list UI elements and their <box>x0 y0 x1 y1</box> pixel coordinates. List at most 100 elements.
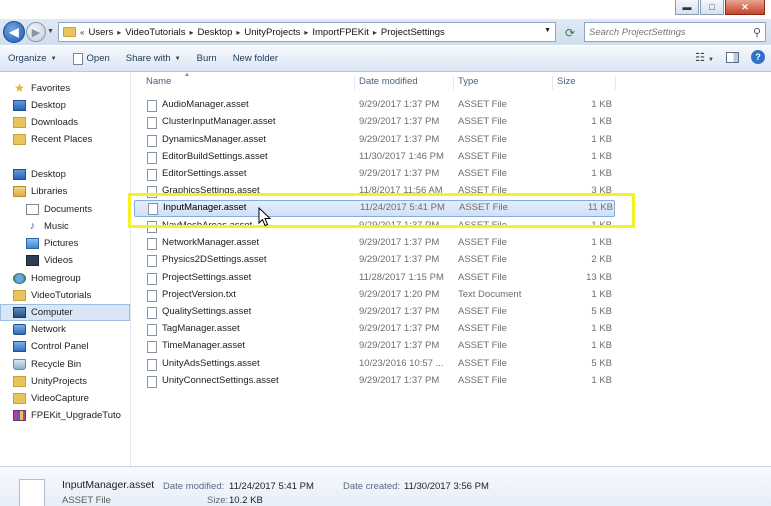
details-file-name: InputManager.asset <box>62 479 155 491</box>
nav-videos[interactable]: Videos <box>0 252 130 269</box>
file-row[interactable]: ProjectSettings.asset 11/28/2017 1:15 PM A… <box>132 270 771 287</box>
column-type[interactable]: Type <box>454 76 553 90</box>
close-button[interactable]: ✕ <box>725 0 765 15</box>
share-with-button[interactable]: Share with ▼ <box>118 46 189 71</box>
file-row[interactable]: QualitySettings.asset 9/29/2017 1:37 PM AS… <box>132 304 771 321</box>
nav-documents[interactable]: Documents <box>0 201 130 218</box>
desktop-icon <box>13 169 26 180</box>
search-box[interactable]: ⚲ <box>584 22 766 42</box>
file-type: Text Document <box>458 289 522 300</box>
breadcrumb-unityprojects[interactable]: UnityProjects <box>244 27 300 38</box>
nav-label: Documents <box>44 204 93 215</box>
chevron-right-icon[interactable]: ▸ <box>189 28 193 37</box>
nav-computer[interactable]: Computer <box>0 304 130 321</box>
recent-pages-dropdown[interactable]: ▼ <box>47 28 54 35</box>
breadcrumb-projectsettings[interactable]: ProjectSettings <box>381 27 445 38</box>
search-input[interactable] <box>589 26 739 38</box>
nav-libraries[interactable]: Libraries <box>0 183 130 200</box>
nav-videotutorials[interactable]: VideoTutorials <box>0 287 130 304</box>
nav-fpekit-upgrade[interactable]: FPEKit_UpgradeTuto <box>0 407 130 424</box>
nav-downloads[interactable]: Downloads <box>0 114 130 131</box>
file-date: 11/30/2017 1:46 PM <box>359 151 444 162</box>
organize-label: Organize <box>8 53 47 64</box>
column-size[interactable]: Size <box>553 76 616 90</box>
nav-pictures[interactable]: Pictures <box>0 235 130 252</box>
file-row[interactable]: DynamicsManager.asset 9/29/2017 1:37 PM AS… <box>132 132 771 149</box>
new-folder-button[interactable]: New folder <box>225 46 286 71</box>
file-row[interactable]: UnityAdsSettings.asset 10/23/2016 10:57 .… <box>132 356 771 373</box>
preview-pane-icon[interactable] <box>726 51 739 63</box>
column-date-label: Date modified <box>359 76 418 87</box>
file-row[interactable]: TagManager.asset 9/29/2017 1:37 PM ASSET F… <box>132 321 771 338</box>
column-name[interactable]: Name <box>142 76 355 90</box>
file-row[interactable]: ProjectVersion.txt 9/29/2017 1:20 PM Text … <box>132 287 771 304</box>
nav-label: Control Panel <box>31 341 89 352</box>
control-panel-icon <box>13 341 26 352</box>
music-icon: ♪ <box>29 220 36 232</box>
file-size: 1 KB <box>591 116 612 127</box>
search-icon[interactable]: ⚲ <box>753 26 761 39</box>
file-icon <box>147 359 157 371</box>
folder-icon <box>63 27 76 37</box>
file-row[interactable]: UnityConnectSettings.asset 9/29/2017 1:37… <box>132 373 771 390</box>
chevron-down-icon[interactable]: ▼ <box>708 57 714 63</box>
nav-control-panel[interactable]: Control Panel <box>0 338 130 355</box>
organize-button[interactable]: Organize ▼ <box>0 46 65 71</box>
toolbar-right: ☷ ▼ ? <box>695 50 765 64</box>
file-row[interactable]: EditorBuildSettings.asset 11/30/2017 1:46… <box>132 149 771 166</box>
address-bar[interactable]: « Users ▸ VideoTutorials ▸ Desktop ▸ UnityP… <box>58 22 556 42</box>
help-icon[interactable]: ? <box>751 50 765 64</box>
file-size: 1 KB <box>591 151 612 162</box>
refresh-button[interactable]: ⟳ <box>559 24 581 41</box>
nav-desktop-favorite[interactable]: Desktop <box>0 97 130 114</box>
forward-button[interactable]: ▶ <box>26 22 46 42</box>
window-controls: ▬ □ ✕ <box>675 0 765 15</box>
nav-music[interactable]: ♪ Music <box>0 218 130 235</box>
chevron-right-icon[interactable]: ▸ <box>373 28 377 37</box>
file-icon <box>147 376 157 388</box>
file-row[interactable]: TimeManager.asset 9/29/2017 1:37 PM ASSET … <box>132 338 771 355</box>
file-name: Physics2DSettings.asset <box>162 254 267 265</box>
file-row[interactable]: AudioManager.asset 9/29/2017 1:37 PM ASSET… <box>132 97 771 114</box>
breadcrumb-overflow[interactable]: « <box>80 28 84 37</box>
breadcrumb-importfpekit[interactable]: ImportFPEKit <box>312 27 369 38</box>
file-row[interactable]: NetworkManager.asset 9/29/2017 1:37 PM ASS… <box>132 235 771 252</box>
breadcrumb-users[interactable]: Users <box>88 27 113 38</box>
forward-arrow-icon: ▶ <box>31 26 41 39</box>
chevron-right-icon[interactable]: ▸ <box>117 28 121 37</box>
file-row[interactable]: ClusterInputManager.asset 9/29/2017 1:37 … <box>132 114 771 131</box>
chevron-right-icon[interactable]: ▸ <box>304 28 308 37</box>
nav-label: Network <box>31 324 66 335</box>
maximize-button[interactable]: □ <box>700 0 724 15</box>
nav-label: Recycle Bin <box>31 359 82 370</box>
nav-label: Downloads <box>31 117 78 128</box>
back-button[interactable]: ◀ <box>3 21 25 43</box>
nav-homegroup[interactable]: Homegroup <box>0 270 130 287</box>
open-button[interactable]: Open <box>65 46 118 71</box>
nav-favorites[interactable]: ★ Favorites <box>0 80 130 97</box>
burn-button[interactable]: Burn <box>189 46 225 71</box>
column-date-modified[interactable]: Date modified <box>355 76 454 90</box>
file-row[interactable]: Physics2DSettings.asset 9/29/2017 1:37 PM… <box>132 252 771 269</box>
change-view-icon[interactable]: ☷ ▼ <box>695 51 714 64</box>
file-date: 9/29/2017 1:37 PM <box>359 254 440 265</box>
nav-label: Computer <box>31 307 73 318</box>
file-row[interactable]: EditorSettings.asset 9/29/2017 1:37 PM ASS… <box>132 166 771 183</box>
nav-label: Pictures <box>44 238 79 249</box>
nav-network[interactable]: Network <box>0 321 130 338</box>
breadcrumb-videotutorials[interactable]: VideoTutorials <box>125 27 185 38</box>
nav-recycle-bin[interactable]: Recycle Bin <box>0 356 130 373</box>
file-date: 9/29/2017 1:37 PM <box>359 323 440 334</box>
nav-desktop[interactable]: Desktop <box>0 166 130 183</box>
nav-recent-places[interactable]: Recent Places <box>0 131 130 148</box>
breadcrumb-desktop[interactable]: Desktop <box>198 27 233 38</box>
nav-label: FPEKit_UpgradeTuto <box>31 410 121 421</box>
file-icon <box>72 52 83 65</box>
nav-unityprojects[interactable]: UnityProjects <box>0 373 130 390</box>
homegroup-icon <box>13 273 26 284</box>
address-dropdown-icon[interactable]: ▼ <box>544 27 551 34</box>
network-icon <box>13 324 26 335</box>
minimize-button[interactable]: ▬ <box>675 0 699 15</box>
chevron-right-icon[interactable]: ▸ <box>236 28 240 37</box>
nav-videocapture[interactable]: VideoCapture <box>0 390 130 407</box>
